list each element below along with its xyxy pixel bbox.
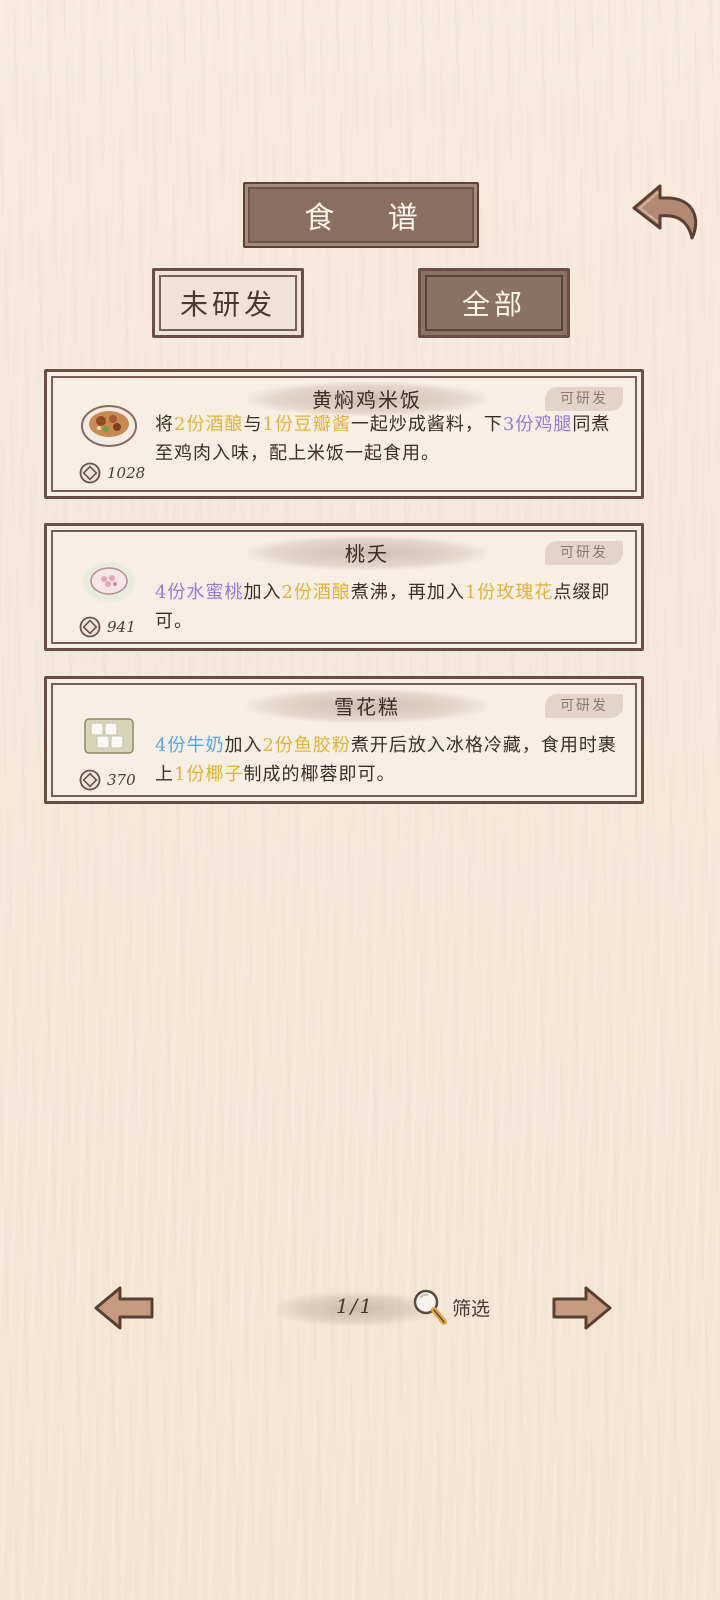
braised-chicken-rice-bowl-icon (81, 405, 137, 447)
recipe-name: 黄焖鸡米饭 (312, 388, 422, 412)
description-text: 煮沸，再加入 (350, 582, 465, 603)
ingredient-text: 3份鸡腿 (502, 414, 573, 435)
title-text: 食 谱 (304, 201, 440, 236)
ingredient-text: 4份牛奶 (155, 735, 225, 756)
ingredient-text: 2份酒酿 (174, 414, 244, 435)
recipe-book-title: 食 谱 (243, 182, 479, 248)
recipe-description: 将2份酒酿与1份豆瓣酱一起炒成酱料，下3份鸡腿同煮至鸡肉入味，配上米饭一起食用。 (155, 410, 625, 468)
ingredient-text: 1份豆瓣酱 (262, 414, 351, 435)
curved-back-arrow-icon (632, 184, 698, 240)
price-row: 941 (79, 616, 136, 638)
ingredient-text: 1份椰子 (174, 764, 244, 785)
filter-button[interactable]: 筛选 (410, 1287, 490, 1327)
recipe-name: 雪花糕 (334, 695, 400, 719)
right-arrow-icon (552, 1286, 612, 1330)
page-indicator: 1/1 (335, 1294, 375, 1318)
recipe-card[interactable]: 桃夭 可研发 941 4份水蜜桃加入2份酒酿煮沸，再加入1份玫瑰花点缀即可。 (44, 523, 644, 651)
price-value: 941 (107, 618, 136, 636)
magnifier-icon (413, 1289, 447, 1325)
back-button[interactable] (630, 180, 702, 246)
tab-all[interactable]: 全部 (418, 268, 570, 338)
tab-all-label: 全部 (461, 288, 526, 321)
peach-dessert-bowl-icon (83, 562, 135, 602)
description-text: 将 (155, 414, 174, 435)
coin-icon (79, 462, 101, 484)
developable-badge: 可研发 (545, 387, 623, 411)
developable-badge: 可研发 (545, 694, 623, 718)
snowflake-cake-plate-icon (84, 718, 134, 754)
next-page-button[interactable] (550, 1283, 614, 1333)
ingredient-text: 2份酒酿 (281, 582, 351, 603)
recipe-name: 桃夭 (345, 542, 389, 566)
price-value: 370 (107, 771, 136, 789)
tab-undeveloped-label: 未研发 (179, 288, 276, 321)
recipe-card[interactable]: 雪花糕 可研发 370 4份牛奶加入2份鱼胶粉煮开后放入冰格冷藏，食用时裹上1份… (44, 676, 644, 804)
price-value: 1028 (107, 464, 146, 482)
price-row: 370 (79, 769, 136, 791)
description-text: 一起炒成酱料，下 (350, 414, 503, 435)
prev-page-button[interactable] (92, 1283, 156, 1333)
recipe-description: 4份水蜜桃加入2份酒酿煮沸，再加入1份玫瑰花点缀即可。 (155, 578, 625, 636)
filter-label: 筛选 (452, 1297, 491, 1320)
developable-badge: 可研发 (545, 541, 623, 565)
description-text: 制成的椰蓉即可。 (243, 764, 396, 785)
ingredient-text: 2份鱼胶粉 (262, 735, 351, 756)
ingredient-text: 1份玫瑰花 (464, 582, 554, 603)
recipe-card[interactable]: 黄焖鸡米饭 可研发 1028 将2份酒酿与1份豆瓣酱一起炒成酱料，下3份鸡腿同煮… (44, 369, 644, 499)
price-row: 1028 (79, 462, 145, 484)
ingredient-text: 4份水蜜桃 (155, 582, 244, 603)
description-text: 与 (243, 414, 263, 435)
description-text: 加入 (224, 735, 263, 756)
tab-undeveloped[interactable]: 未研发 (152, 268, 304, 338)
coin-icon (79, 769, 101, 791)
left-arrow-icon (94, 1286, 154, 1330)
coin-icon (79, 616, 101, 638)
recipe-description: 4份牛奶加入2份鱼胶粉煮开后放入冰格冷藏，食用时裹上1份椰子制成的椰蓉即可。 (155, 731, 625, 789)
description-text: 加入 (243, 582, 282, 603)
